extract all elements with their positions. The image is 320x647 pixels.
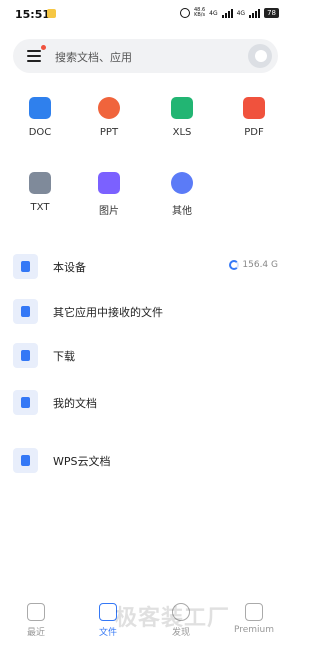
doc-icon <box>29 97 51 119</box>
folder-icon <box>13 390 38 415</box>
file-type-image[interactable]: 图片 <box>84 172 134 217</box>
file-type-xls[interactable]: XLS <box>157 97 207 138</box>
status-indicators: 48.6 KB/s 4G 4G 78 <box>180 8 279 18</box>
tab-recent[interactable]: 最近 <box>6 603 66 638</box>
file-type-pdf[interactable]: PDF <box>229 97 279 138</box>
recent-icon <box>27 603 45 621</box>
tab-label: Premium <box>233 625 275 635</box>
notification-icon <box>47 9 56 18</box>
avatar[interactable] <box>248 44 272 68</box>
download-icon <box>13 343 38 368</box>
search-bar[interactable]: 搜索文档、应用 <box>13 39 278 73</box>
list-item-wps-cloud[interactable]: WPS云文档 <box>13 448 278 474</box>
phone-icon <box>13 254 38 279</box>
image-icon <box>98 172 120 194</box>
xls-icon <box>171 97 193 119</box>
file-type-other[interactable]: 其他 <box>157 172 207 217</box>
file-type-label: 图片 <box>99 206 119 217</box>
txt-icon <box>29 172 51 194</box>
file-type-label: DOC <box>28 127 52 138</box>
menu-icon[interactable] <box>27 50 41 62</box>
ppt-icon <box>98 97 120 119</box>
pdf-icon <box>243 97 265 119</box>
status-time: 15:51 <box>15 8 51 21</box>
list-item-label: 我的文档 <box>53 397 97 410</box>
signal-icon <box>221 8 233 18</box>
file-type-doc[interactable]: DOC <box>15 97 65 138</box>
list-item-label: 其它应用中接收的文件 <box>53 306 163 319</box>
list-item-label: 下载 <box>53 350 75 363</box>
tab-premium[interactable]: Premium <box>224 603 284 635</box>
file-type-label: TXT <box>30 202 50 213</box>
storage-indicator: 156.4 G <box>229 260 278 270</box>
network-type-2: 4G <box>236 9 246 17</box>
tab-label: 最近 <box>26 628 45 638</box>
list-item-label: WPS云文档 <box>53 455 111 468</box>
list-item-my-docs[interactable]: 我的文档 <box>13 390 278 416</box>
alarm-icon <box>180 8 190 18</box>
storage-ring-icon <box>229 260 240 270</box>
net-speed: 48.6 KB/s <box>194 8 205 18</box>
premium-icon <box>245 603 263 621</box>
notification-dot <box>41 45 46 50</box>
list-item-downloads[interactable]: 下载 <box>13 343 278 369</box>
battery-icon: 78 <box>264 8 279 18</box>
file-type-label: XLS <box>172 127 192 138</box>
file-type-label: 其他 <box>172 206 192 217</box>
received-files-icon <box>13 299 38 324</box>
network-type-1: 4G <box>209 9 218 17</box>
signal-icon-2 <box>249 8 261 18</box>
more-icon <box>171 172 193 194</box>
file-type-label: PDF <box>244 127 264 138</box>
file-type-txt[interactable]: TXT <box>15 172 65 213</box>
watermark: 极客装工厂 <box>115 606 231 631</box>
list-item-device[interactable]: 本设备 156.4 G <box>13 254 278 280</box>
search-placeholder[interactable]: 搜索文档、应用 <box>55 49 132 65</box>
storage-value: 156.4 G <box>242 260 278 270</box>
file-type-label: PPT <box>99 127 119 138</box>
file-type-ppt[interactable]: PPT <box>84 97 134 138</box>
net-speed-unit: KB/s <box>194 12 206 18</box>
list-item-label: 本设备 <box>53 261 86 274</box>
cloud-cube-icon <box>13 448 38 473</box>
status-bar: 15:51 48.6 KB/s 4G 4G 78 <box>0 0 291 30</box>
list-item-received[interactable]: 其它应用中接收的文件 <box>13 299 278 325</box>
